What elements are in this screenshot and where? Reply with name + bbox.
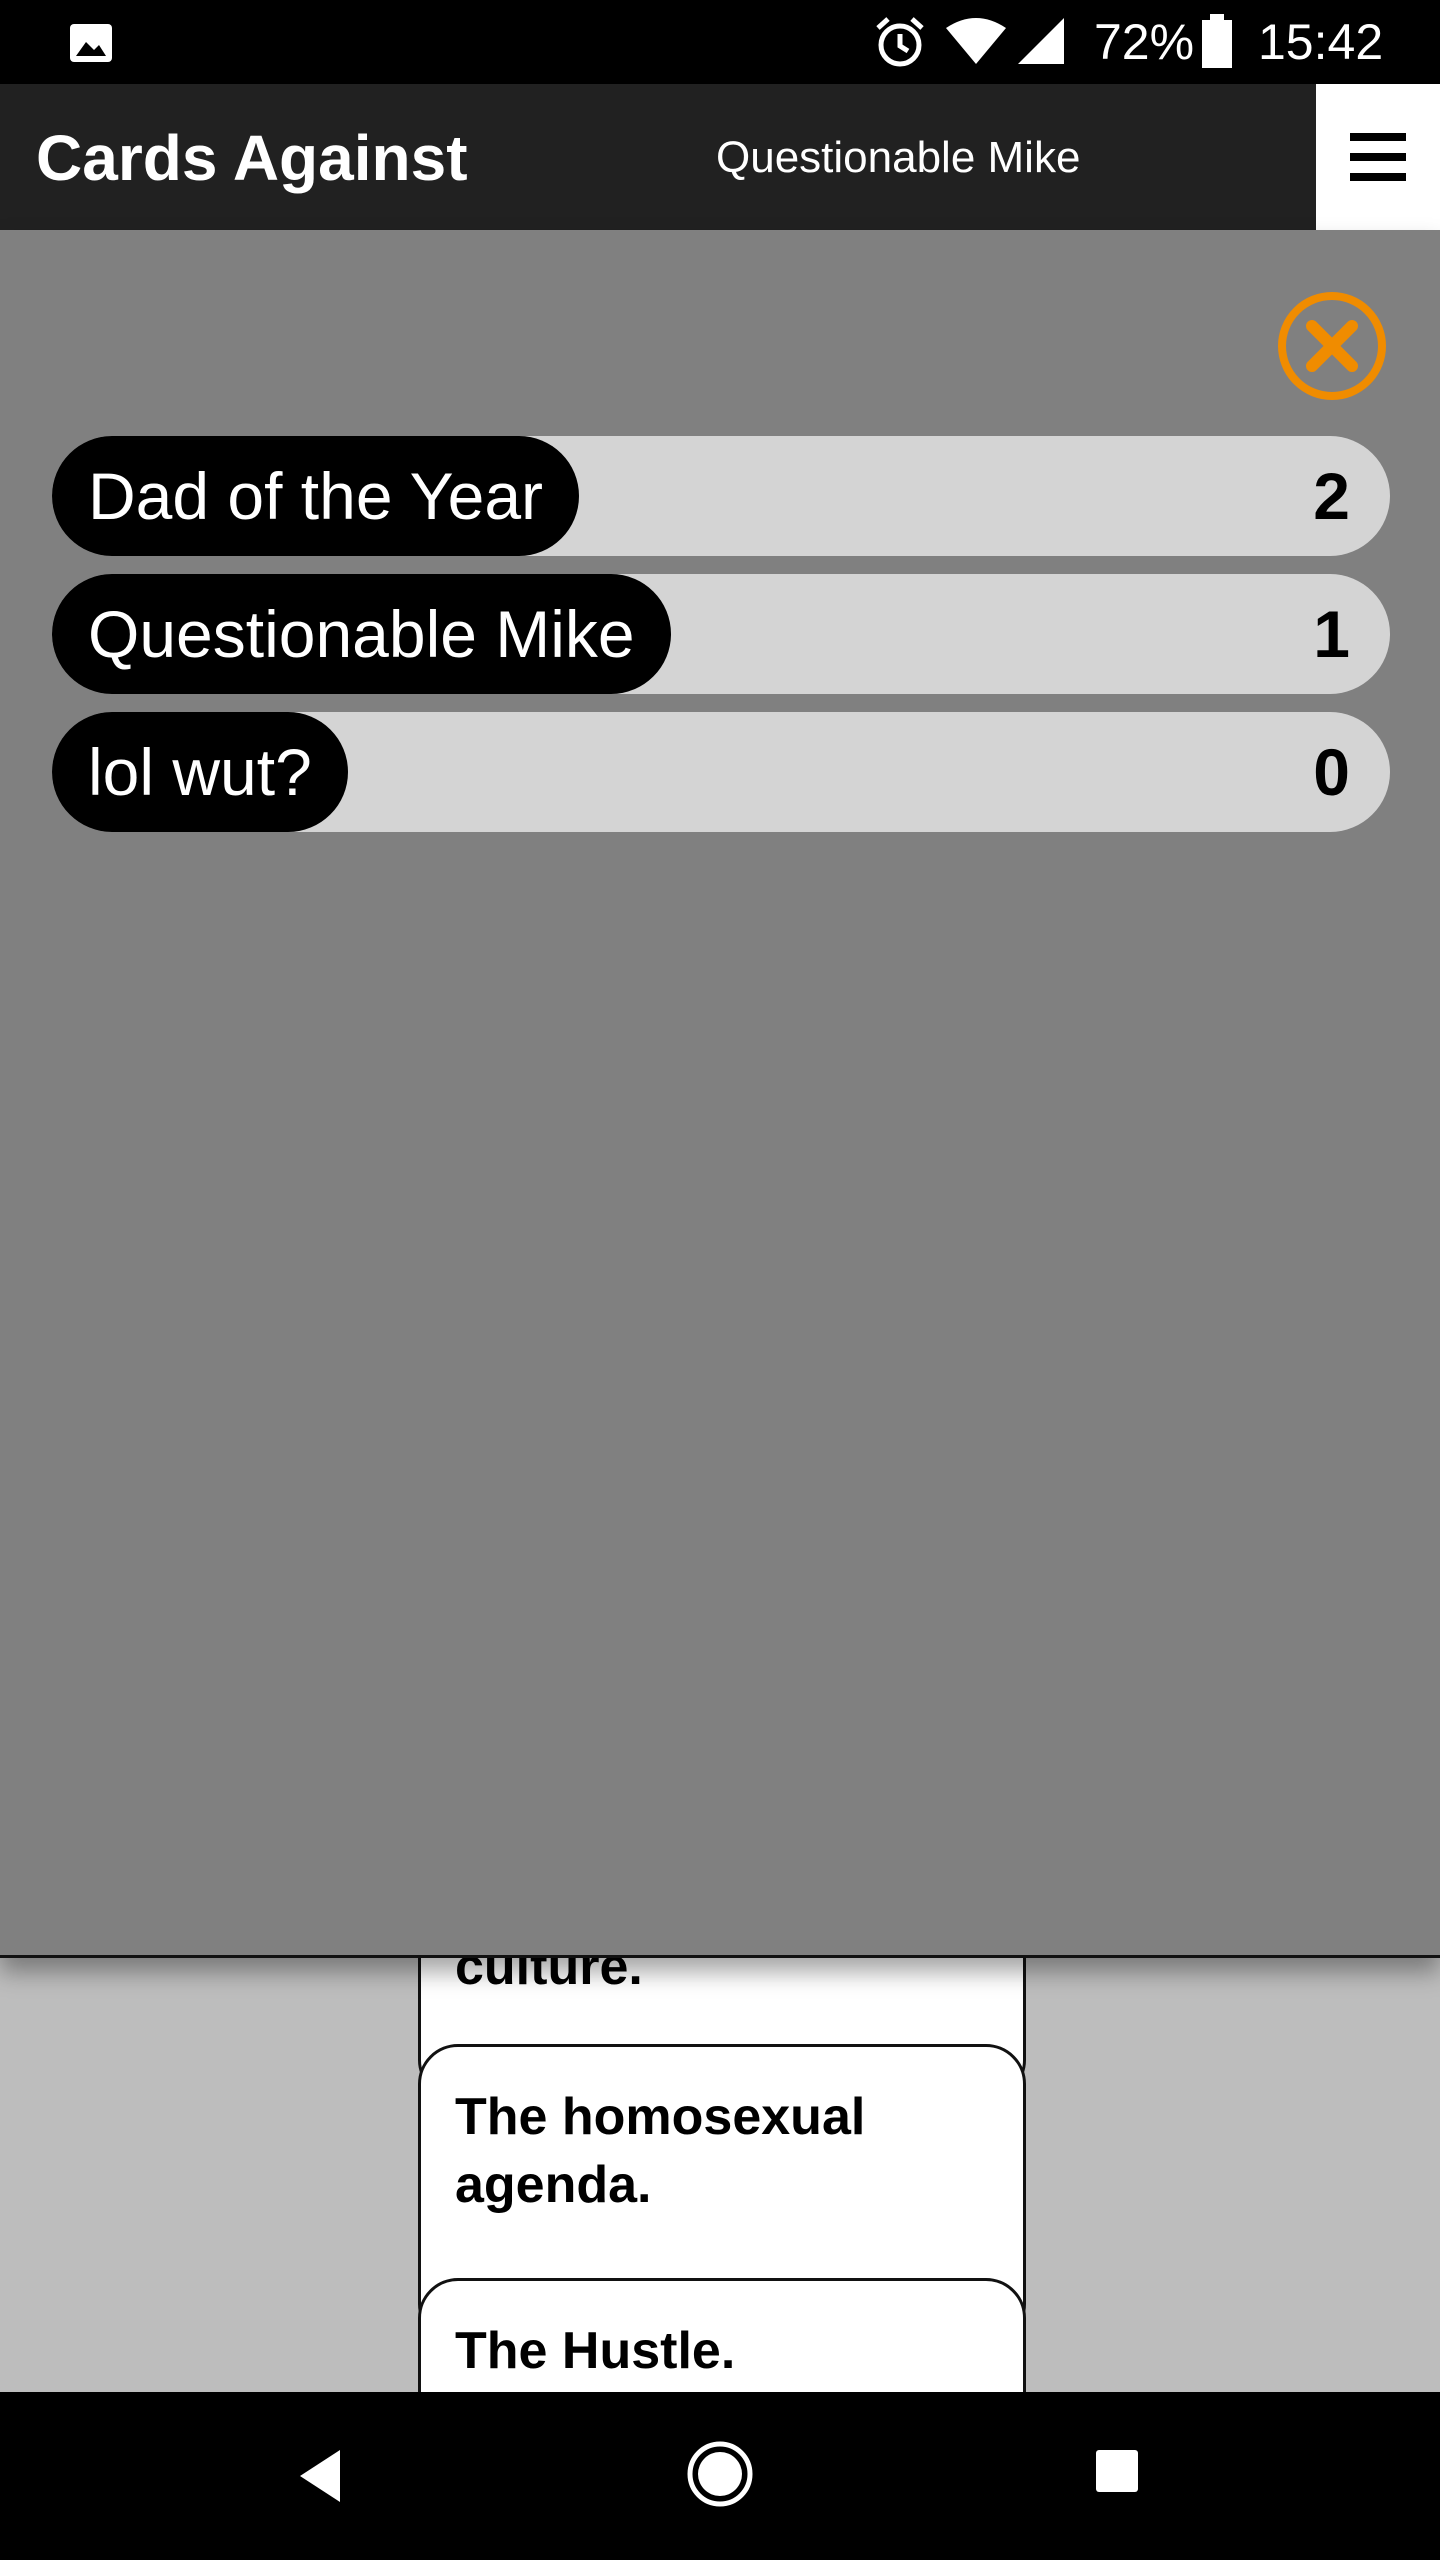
wifi-icon	[946, 18, 1006, 64]
score-row: lol wut? 0	[52, 712, 1390, 832]
home-icon[interactable]	[686, 2440, 754, 2508]
hamburger-menu-icon	[1350, 133, 1406, 181]
scoreboard-overlay: Dad of the Year 2 Questionable Mike 1 lo…	[0, 230, 1440, 1958]
recents-icon[interactable]	[1094, 2448, 1140, 2494]
player-score: 2	[1313, 459, 1350, 533]
back-icon[interactable]	[296, 2446, 344, 2506]
alarm-icon	[876, 17, 924, 67]
battery-icon	[1202, 14, 1232, 68]
player-score: 0	[1313, 735, 1350, 809]
clock: 15:42	[1258, 14, 1384, 70]
player-name: Dad of the Year	[52, 436, 580, 556]
player-name: lol wut?	[52, 712, 348, 832]
close-icon[interactable]	[1276, 290, 1388, 402]
score-row: Dad of the Year 2	[52, 436, 1390, 556]
menu-button[interactable]	[1316, 84, 1440, 230]
signal-icon	[1018, 18, 1064, 64]
status-bar: 72% 15:42	[0, 0, 1440, 84]
app-title: Cards Against	[36, 122, 468, 194]
screen: 72% 15:42 Cards Against Questionable Mik…	[0, 0, 1440, 2560]
app-bar: Cards Against Questionable Mike	[0, 84, 1440, 230]
player-name: Questionable Mike	[52, 574, 671, 694]
current-player-name: Questionable Mike	[716, 133, 1081, 182]
gallery-icon	[70, 24, 112, 62]
player-score: 1	[1313, 597, 1350, 671]
hand-cards-area: culture. The homosexual agenda. The Hust…	[0, 1940, 1440, 2392]
card-text: The Hustle.	[455, 2322, 736, 2380]
navigation-bar	[0, 2392, 1440, 2560]
score-row: Questionable Mike 1	[52, 574, 1390, 694]
battery-percent: 72%	[1094, 14, 1195, 70]
card-text: The homosexual agenda.	[455, 2088, 866, 2214]
answer-card[interactable]: The Hustle.	[418, 2278, 1026, 2392]
